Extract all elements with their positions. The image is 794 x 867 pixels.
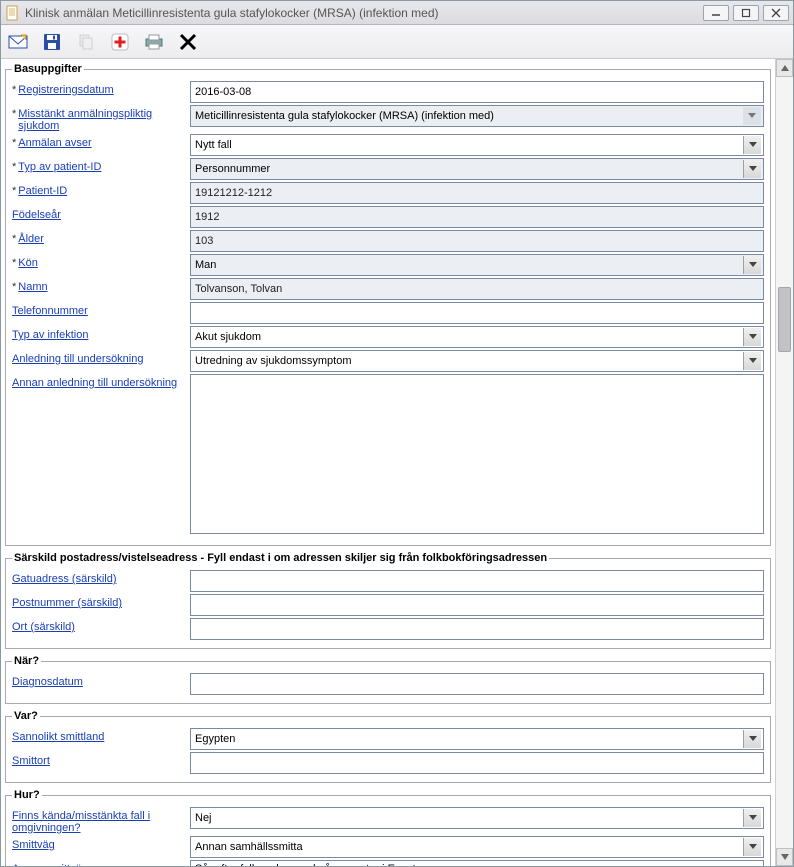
label-kanda-fall[interactable]: Finns kända/misstänkta fall i omgivninge… [12, 810, 190, 834]
label-diagnosdatum[interactable]: Diagnosdatum [12, 676, 83, 688]
content-area: Basuppgifter *Registreringsdatum *Misstä… [1, 59, 793, 866]
copy-icon[interactable] [75, 31, 97, 53]
section-hur: Hur? Finns kända/misstänkta fall i omgiv… [5, 789, 771, 866]
input-telefonnummer[interactable] [190, 302, 764, 324]
label-patient-id[interactable]: Patient-ID [18, 185, 67, 197]
select-smittvag[interactable]: Annan samhällssmitta [190, 836, 764, 858]
input-diagnosdatum[interactable] [190, 673, 764, 695]
scroll-down-button[interactable] [776, 848, 793, 866]
print-icon[interactable] [143, 31, 165, 53]
section-nar: När? Diagnosdatum [5, 655, 771, 704]
textarea-annan-smittvag[interactable] [190, 860, 764, 866]
chevron-down-icon [743, 256, 761, 274]
save-icon[interactable] [41, 31, 63, 53]
label-kon[interactable]: Kön [18, 257, 38, 269]
minimize-button[interactable] [703, 5, 729, 21]
input-alder[interactable] [190, 230, 764, 252]
input-ort[interactable] [190, 618, 764, 640]
select-anmalan-avser[interactable]: Nytt fall [190, 134, 764, 156]
input-smittort[interactable] [190, 752, 764, 774]
input-namn[interactable] [190, 278, 764, 300]
legend-basuppgifter: Basuppgifter [12, 63, 84, 75]
scroll-up-button[interactable] [776, 59, 793, 77]
label-gatuadress[interactable]: Gatuadress (särskild) [12, 573, 117, 585]
legend-nar: När? [12, 655, 41, 667]
section-var: Var? Sannolikt smittland Egypten Smittor… [5, 710, 771, 783]
label-smittvag[interactable]: Smittväg [12, 839, 55, 851]
select-sannolikt-smittland[interactable]: Egypten [190, 728, 764, 750]
vertical-scrollbar[interactable] [775, 59, 793, 866]
required-marker: * [12, 84, 16, 96]
scroll-track[interactable] [776, 77, 793, 848]
scroll-thumb[interactable] [778, 287, 791, 352]
label-anmalan-avser[interactable]: Anmälan avser [18, 137, 91, 149]
select-typ-patient-id[interactable]: Personnummer [190, 158, 764, 180]
label-misstankt-sjukdom[interactable]: Misstänkt anmälningspliktig sjukdom [18, 108, 190, 132]
document-icon [5, 5, 21, 21]
input-postnummer[interactable] [190, 594, 764, 616]
cancel-icon[interactable] [177, 31, 199, 53]
chevron-down-icon [743, 730, 761, 748]
label-fodelsear[interactable]: Födelseår [12, 209, 61, 221]
legend-adress: Särskild postadress/vistelseadress - Fyl… [12, 552, 549, 564]
label-typ-infektion[interactable]: Typ av infektion [12, 329, 88, 341]
titlebar: Klinisk anmälan Meticillinresistenta gul… [1, 1, 793, 25]
label-typ-patient-id[interactable]: Typ av patient-ID [18, 161, 101, 173]
chevron-down-icon [743, 328, 761, 346]
label-postnummer[interactable]: Postnummer (särskild) [12, 597, 122, 609]
label-sannolikt-smittland[interactable]: Sannolikt smittland [12, 731, 104, 743]
label-annan-smittvag[interactable]: Annan smittväg [12, 863, 88, 866]
chevron-down-icon [743, 136, 761, 154]
label-smittort[interactable]: Smittort [12, 755, 50, 767]
legend-hur: Hur? [12, 789, 42, 801]
app-window: Klinisk anmälan Meticillinresistenta gul… [0, 0, 794, 867]
select-anledning-undersokning[interactable]: Utredning av sjukdomssymptom [190, 350, 764, 372]
close-button[interactable] [763, 5, 789, 21]
chevron-down-icon [743, 809, 761, 827]
medical-icon[interactable] [109, 31, 131, 53]
window-title: Klinisk anmälan Meticillinresistenta gul… [25, 6, 703, 20]
input-fodelsear[interactable] [190, 206, 764, 228]
label-registreringsdatum[interactable]: Registreringsdatum [18, 84, 113, 96]
maximize-button[interactable] [733, 5, 759, 21]
label-alder[interactable]: Ålder [18, 233, 44, 245]
label-namn[interactable]: Namn [18, 281, 47, 293]
label-annan-anledning[interactable]: Annan anledning till undersökning [12, 377, 177, 389]
toolbar [1, 25, 793, 59]
input-gatuadress[interactable] [190, 570, 764, 592]
window-buttons [703, 5, 789, 21]
textarea-annan-anledning[interactable] [190, 374, 764, 534]
label-ort[interactable]: Ort (särskild) [12, 621, 75, 633]
chevron-down-icon [743, 160, 761, 178]
select-kanda-fall[interactable]: Nej [190, 807, 764, 829]
form-scroll[interactable]: Basuppgifter *Registreringsdatum *Misstä… [1, 59, 775, 866]
select-misstankt-sjukdom[interactable]: Meticillinresistenta gula stafylokocker … [190, 105, 764, 127]
select-kon[interactable]: Man [190, 254, 764, 276]
select-typ-infektion[interactable]: Akut sjukdom [190, 326, 764, 348]
input-patient-id[interactable] [190, 182, 764, 204]
chevron-down-icon [743, 107, 761, 125]
section-adress: Särskild postadress/vistelseadress - Fyl… [5, 552, 771, 649]
chevron-down-icon [743, 352, 761, 370]
label-telefonnummer[interactable]: Telefonnummer [12, 305, 88, 317]
input-registreringsdatum[interactable] [190, 81, 764, 103]
section-basuppgifter: Basuppgifter *Registreringsdatum *Misstä… [5, 63, 771, 546]
mail-icon[interactable] [7, 31, 29, 53]
chevron-down-icon [743, 838, 761, 856]
legend-var: Var? [12, 710, 40, 722]
label-anledning-undersokning[interactable]: Anledning till undersökning [12, 353, 143, 365]
